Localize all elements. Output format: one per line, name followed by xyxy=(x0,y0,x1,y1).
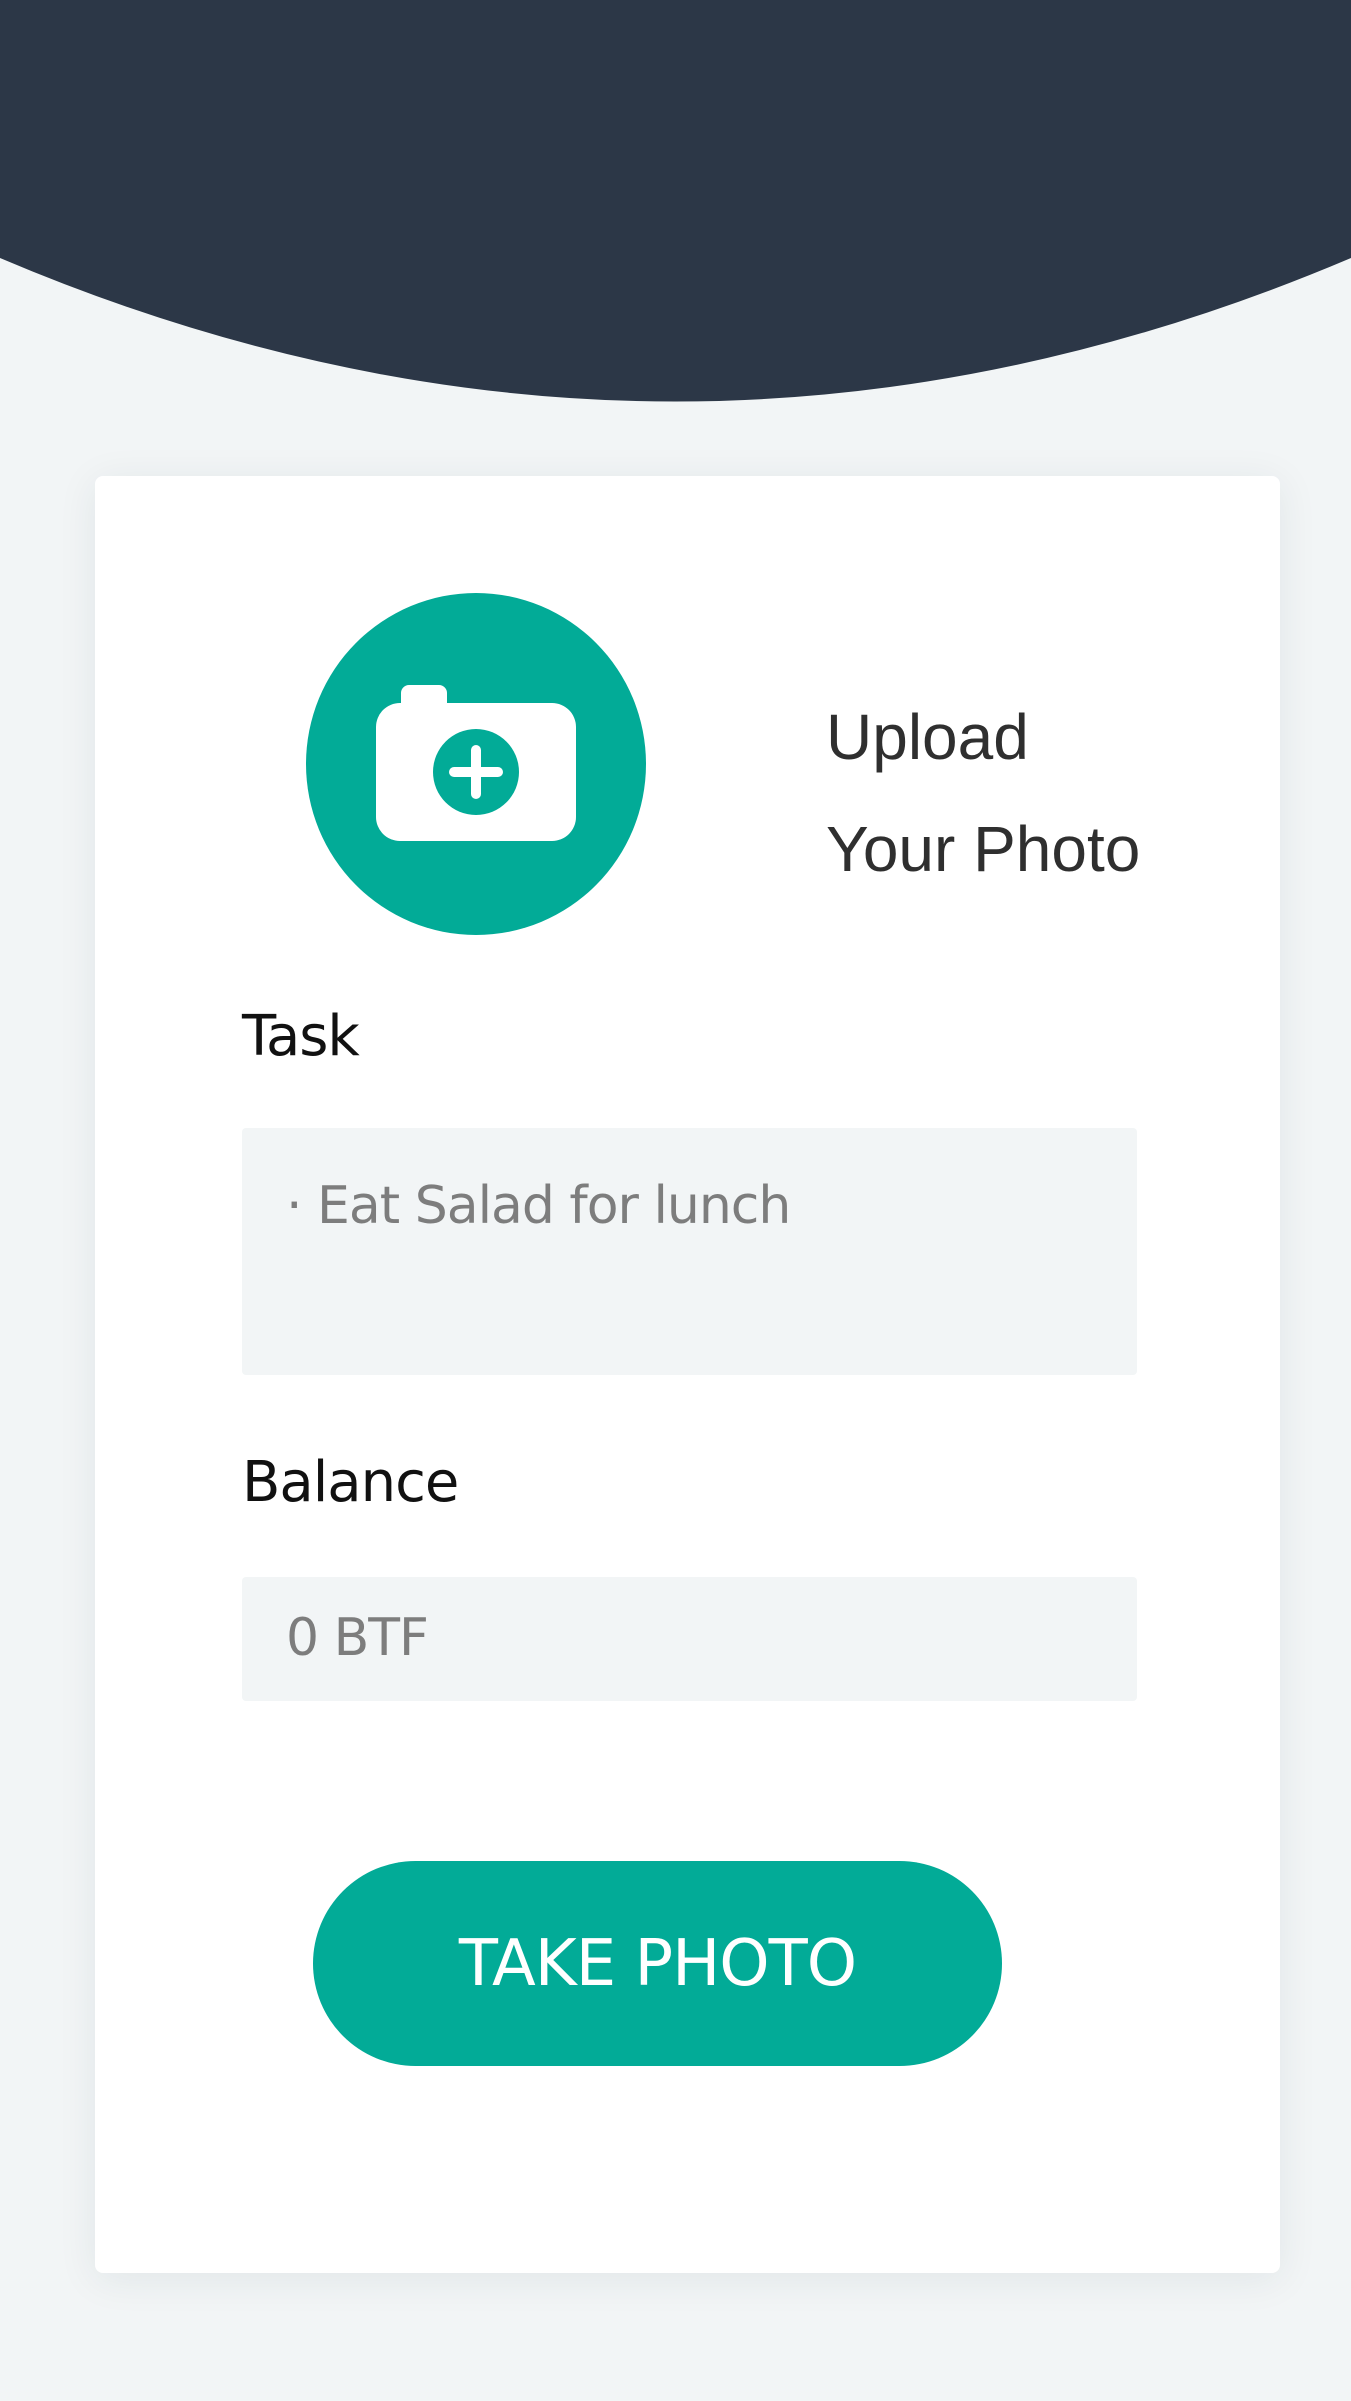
upload-title: Upload Your Photo xyxy=(826,681,1140,905)
task-label: Task xyxy=(242,1004,360,1069)
task-field[interactable]: · Eat Salad for lunch xyxy=(242,1128,1137,1375)
upload-section: Upload Your Photo xyxy=(306,593,1140,942)
upload-title-line2: Your Photo xyxy=(826,813,1141,885)
balance-value: 0 BTF xyxy=(286,1608,429,1668)
camera-plus-icon xyxy=(376,685,576,841)
balance-label: Balance xyxy=(242,1450,459,1515)
upload-card: Upload Your Photo Task · Eat Salad for l… xyxy=(95,476,1280,2273)
upload-photo-button[interactable] xyxy=(306,593,646,935)
take-photo-button[interactable]: TAKE PHOTO xyxy=(313,1861,1002,2066)
balance-field[interactable]: 0 BTF xyxy=(242,1577,1137,1701)
header-arc xyxy=(0,0,1351,402)
upload-title-line1: Upload xyxy=(826,701,1029,773)
task-value: · Eat Salad for lunch xyxy=(286,1176,791,1236)
screen: Upload Your Photo Task · Eat Salad for l… xyxy=(0,0,1351,2401)
